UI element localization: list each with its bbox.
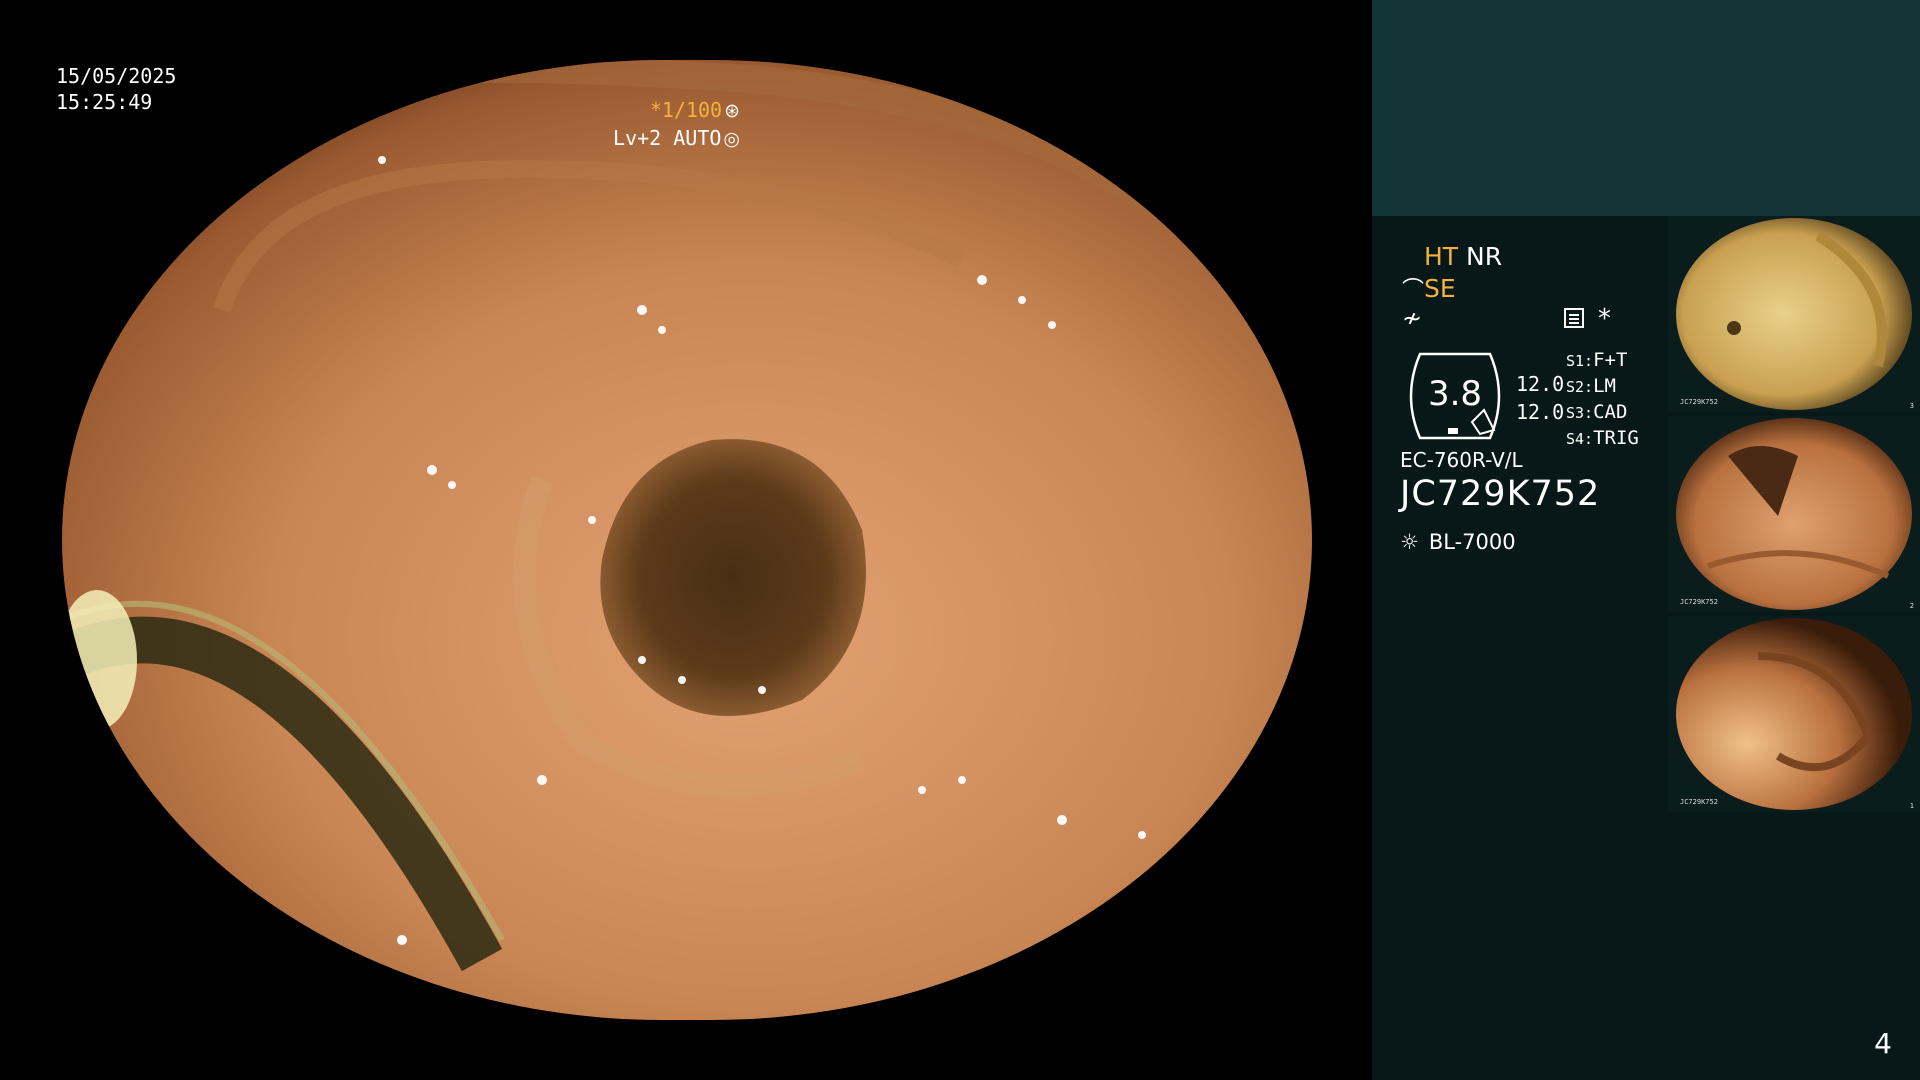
value-1: 12.0	[1516, 372, 1565, 396]
thumbnail-image[interactable]: JC729K752 2	[1668, 416, 1920, 612]
panel-header-area	[1372, 0, 1920, 216]
light-source: ☼ BL-7000	[1400, 530, 1516, 554]
gauge-value: 3.8	[1427, 374, 1483, 414]
endoscopy-image	[62, 60, 1312, 1020]
scope-serial: JC729K752	[1400, 474, 1601, 514]
mode-ht-nr: HT NR	[1424, 242, 1502, 271]
light-source-label: BL-7000	[1428, 530, 1516, 554]
value-2: 12.0	[1516, 400, 1565, 424]
scope-model: EC-760R-V/L	[1400, 448, 1523, 472]
switch-item: S1:F+T	[1566, 349, 1628, 371]
thumbnail-index: 3	[1909, 402, 1914, 410]
switch-list: S1:F+T S2:LM S3:CAD S4:TRIG	[1566, 348, 1639, 452]
se-label: SE	[1424, 274, 1456, 303]
switch-item: S2:LM	[1566, 375, 1616, 397]
info-panel: HT NR ⌒SE ≁ * 3.8 12.0 12.0 S1:F+T S2:LM…	[1372, 0, 1920, 1080]
structure-enhance-icon: ⌒	[1402, 278, 1425, 303]
value-list: 12.0 12.0	[1516, 370, 1564, 426]
thumbnail-caption: JC729K752	[1680, 798, 1718, 806]
thumbnail-index: 1	[1909, 802, 1914, 810]
filter-icon: ≁	[1402, 304, 1423, 332]
datetime: 15/05/2025 15:25:49	[56, 63, 176, 115]
thumbnail-caption: JC729K752	[1680, 398, 1718, 406]
ht-label: HT	[1424, 242, 1459, 271]
nr-label: NR	[1466, 242, 1503, 271]
shutter-label: *1/100	[649, 98, 723, 122]
mode-se: ⌒SE	[1402, 272, 1456, 304]
auto-iris-icon: ◎	[723, 128, 740, 150]
thumbnail-image[interactable]: JC729K752 3	[1668, 216, 1920, 412]
thumbnail-list: JC729K752 3 JC729K752 2 JC729K752 1	[1668, 216, 1920, 816]
time-label: 15:25:49	[56, 90, 153, 114]
thumbnail-index: 2	[1909, 602, 1914, 610]
thumbnail-image[interactable]: JC729K752 1	[1668, 616, 1920, 812]
shutter-speed: *1/100 ⊛	[650, 98, 740, 122]
brightness-level: Lv+2 AUTO ◎	[613, 126, 740, 150]
level-label: Lv+2 AUTO	[613, 126, 722, 150]
switch-item: S4:TRIG	[1566, 427, 1639, 449]
memo-icon	[1564, 308, 1584, 328]
lamp-icon: ☼	[1400, 530, 1419, 554]
aperture-icon: ⊛	[724, 100, 740, 122]
thumbnail-caption: JC729K752	[1680, 598, 1718, 606]
switch-item: S3:CAD	[1566, 401, 1628, 423]
star-icon: *	[1598, 304, 1611, 334]
page-number: 4	[1874, 1027, 1892, 1060]
date-label: 15/05/2025	[56, 64, 177, 88]
endoscope-view: 15/05/2025 15:25:49 *1/100 ⊛ Lv+2 AUTO ◎	[0, 0, 1372, 1080]
